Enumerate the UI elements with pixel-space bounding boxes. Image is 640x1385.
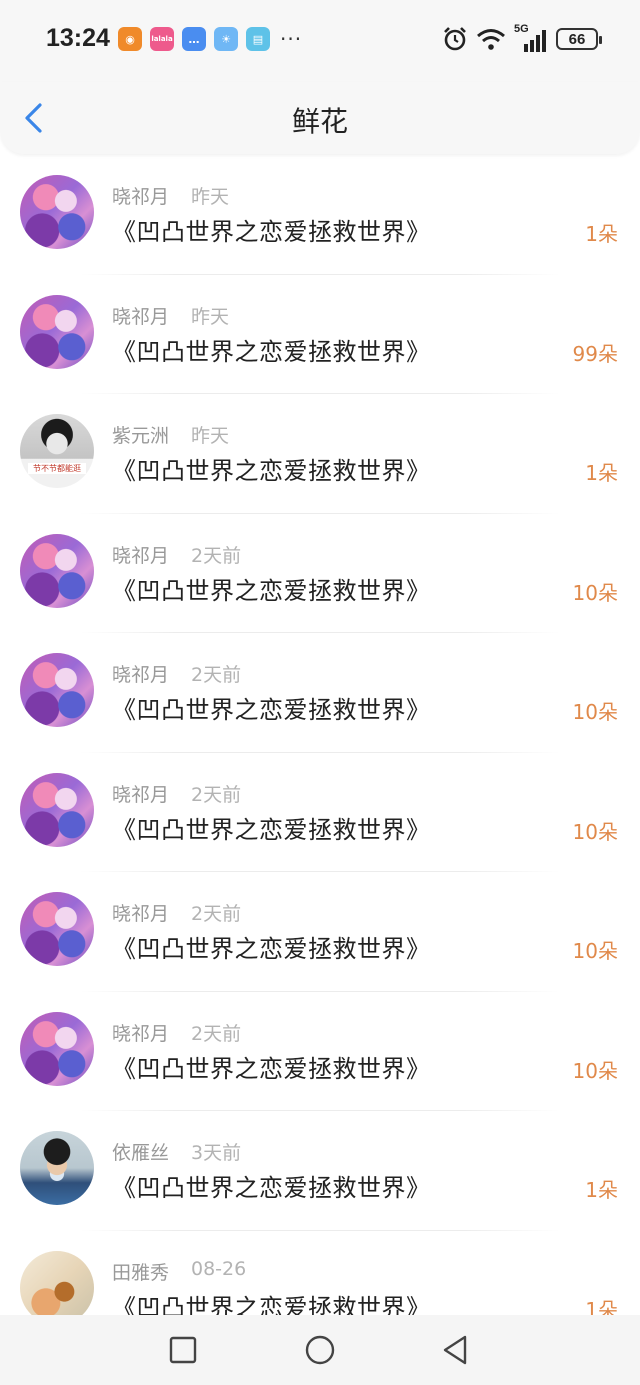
app-icon-4: ☀ [214,27,238,51]
page-title: 鲜花 [291,105,348,138]
app-icon-3: … [182,27,206,51]
list-item[interactable]: 节不节都能逛 紫元洲 昨天 《凹凸世界之恋爱拯救世界》 1朵 [0,394,640,514]
flower-count: 1朵 [585,461,618,485]
book-title[interactable]: 《凹凸世界之恋爱拯救世界》 [112,212,431,247]
status-bar: 13:24 ◉ lalala … ☀ ▤ ··· 5G 66 [0,0,640,82]
notification-app-icons: ◉ lalala … ☀ ▤ ··· [118,27,302,51]
app-icon-1: ◉ [118,27,142,51]
flower-count: 10朵 [572,700,618,724]
timestamp: 2天前 [191,664,242,686]
timestamp: 2天前 [191,544,242,567]
list-item[interactable]: 晓祁月 2天前 《凹凸世界之恋爱拯救世界》 10朵 [0,872,640,992]
flower-count: 10朵 [572,1058,618,1083]
flower-record-list[interactable]: 晓祁月 昨天 《凹凸世界之恋爱拯救世界》 1朵 晓祁月 昨天 《凹凸世界之恋爱拯… [0,155,640,1315]
list-item[interactable]: 依雁丝 3天前 《凹凸世界之恋爱拯救世界》 1朵 [0,1111,640,1231]
square-icon [169,1336,197,1364]
list-item[interactable]: 晓祁月 昨天 《凹凸世界之恋爱拯救世界》 1朵 [0,155,640,275]
flower-count: 10朵 [572,580,618,605]
timestamp: 昨天 [191,305,230,328]
back-nav-button[interactable] [438,1333,472,1367]
header: 鲜花 [0,82,640,154]
system-nav-bar [0,1315,640,1385]
user-name[interactable]: 晓祁月 [112,660,169,687]
user-name[interactable]: 紫元洲 [112,421,169,448]
timestamp: 昨天 [191,425,230,447]
timestamp: 2天前 [191,903,242,925]
list-item[interactable]: 晓祁月 2天前 《凹凸世界之恋爱拯救世界》 10朵 [0,514,640,633]
triangle-back-icon [443,1335,467,1365]
alarm-icon [444,27,466,51]
book-title[interactable]: 《凹凸世界之恋爱拯救世界》 [112,332,431,367]
cellular-signal-icon: 5G [514,23,548,52]
flower-count: 10朵 [572,939,618,963]
avatar[interactable] [20,772,94,847]
status-right: 5G 66 [442,23,602,52]
timestamp: 2天前 [191,1022,242,1045]
book-title[interactable]: 《凹凸世界之恋爱拯救世界》 [112,690,431,725]
avatar[interactable] [20,1131,94,1205]
flower-count: 1朵 [585,1297,618,1316]
flower-count: 10朵 [572,819,618,844]
book-title[interactable]: 《凹凸世界之恋爱拯救世界》 [112,1168,431,1203]
avatar[interactable]: 节不节都能逛 [20,414,94,488]
timestamp: 3天前 [191,1142,242,1164]
avatar[interactable] [20,294,94,369]
list-item[interactable]: 晓祁月 2天前 《凹凸世界之恋爱拯救世界》 10朵 [0,633,640,753]
app-icon-2: lalala [150,27,174,51]
battery-indicator: 66 [556,28,602,50]
user-name[interactable]: 晓祁月 [112,541,169,568]
user-name[interactable]: 晓祁月 [112,899,169,926]
avatar[interactable] [20,1250,94,1315]
avatar[interactable] [20,653,94,727]
app-icon-5: ▤ [246,27,270,51]
flower-count: 1朵 [585,222,618,246]
avatar[interactable] [20,533,94,608]
list-item[interactable]: 田雅秀 08-26 《凹凸世界之恋爱拯救世界》 1朵 [0,1231,640,1316]
avatar[interactable] [20,892,94,966]
user-name[interactable]: 晓祁月 [112,182,169,209]
flower-count: 1朵 [585,1178,618,1202]
avatar[interactable] [20,1011,94,1086]
user-name[interactable]: 晓祁月 [112,302,169,329]
avatar-caption: 节不节都能逛 [28,463,86,474]
user-name[interactable]: 晓祁月 [112,780,169,807]
avatar[interactable] [20,175,94,249]
flower-count: 99朵 [572,341,618,366]
home-button[interactable] [303,1333,337,1367]
book-title[interactable]: 《凹凸世界之恋爱拯救世界》 [112,1049,431,1084]
more-notifications-icon: ··· [280,27,303,51]
book-title[interactable]: 《凹凸世界之恋爱拯救世界》 [112,571,431,606]
status-time: 13:24 [46,24,110,52]
circle-icon [305,1335,335,1365]
timestamp: 2天前 [191,783,242,806]
user-name[interactable]: 依雁丝 [112,1138,169,1165]
network-type: 5G [514,23,529,35]
book-title[interactable]: 《凹凸世界之恋爱拯救世界》 [112,929,431,964]
book-title[interactable]: 《凹凸世界之恋爱拯救世界》 [112,451,431,486]
user-name[interactable]: 晓祁月 [112,1019,169,1046]
list-item[interactable]: 晓祁月 昨天 《凹凸世界之恋爱拯救世界》 99朵 [0,275,640,394]
wifi-icon [477,29,505,50]
timestamp: 昨天 [191,186,230,208]
user-name[interactable]: 田雅秀 [112,1258,169,1285]
book-title[interactable]: 《凹凸世界之恋爱拯救世界》 [112,1288,431,1316]
list-item[interactable]: 晓祁月 2天前 《凹凸世界之恋爱拯救世界》 10朵 [0,992,640,1111]
book-title[interactable]: 《凹凸世界之恋爱拯救世界》 [112,810,431,845]
timestamp: 08-26 [191,1257,247,1280]
recents-button[interactable] [166,1333,200,1367]
list-item[interactable]: 晓祁月 2天前 《凹凸世界之恋爱拯救世界》 10朵 [0,753,640,872]
